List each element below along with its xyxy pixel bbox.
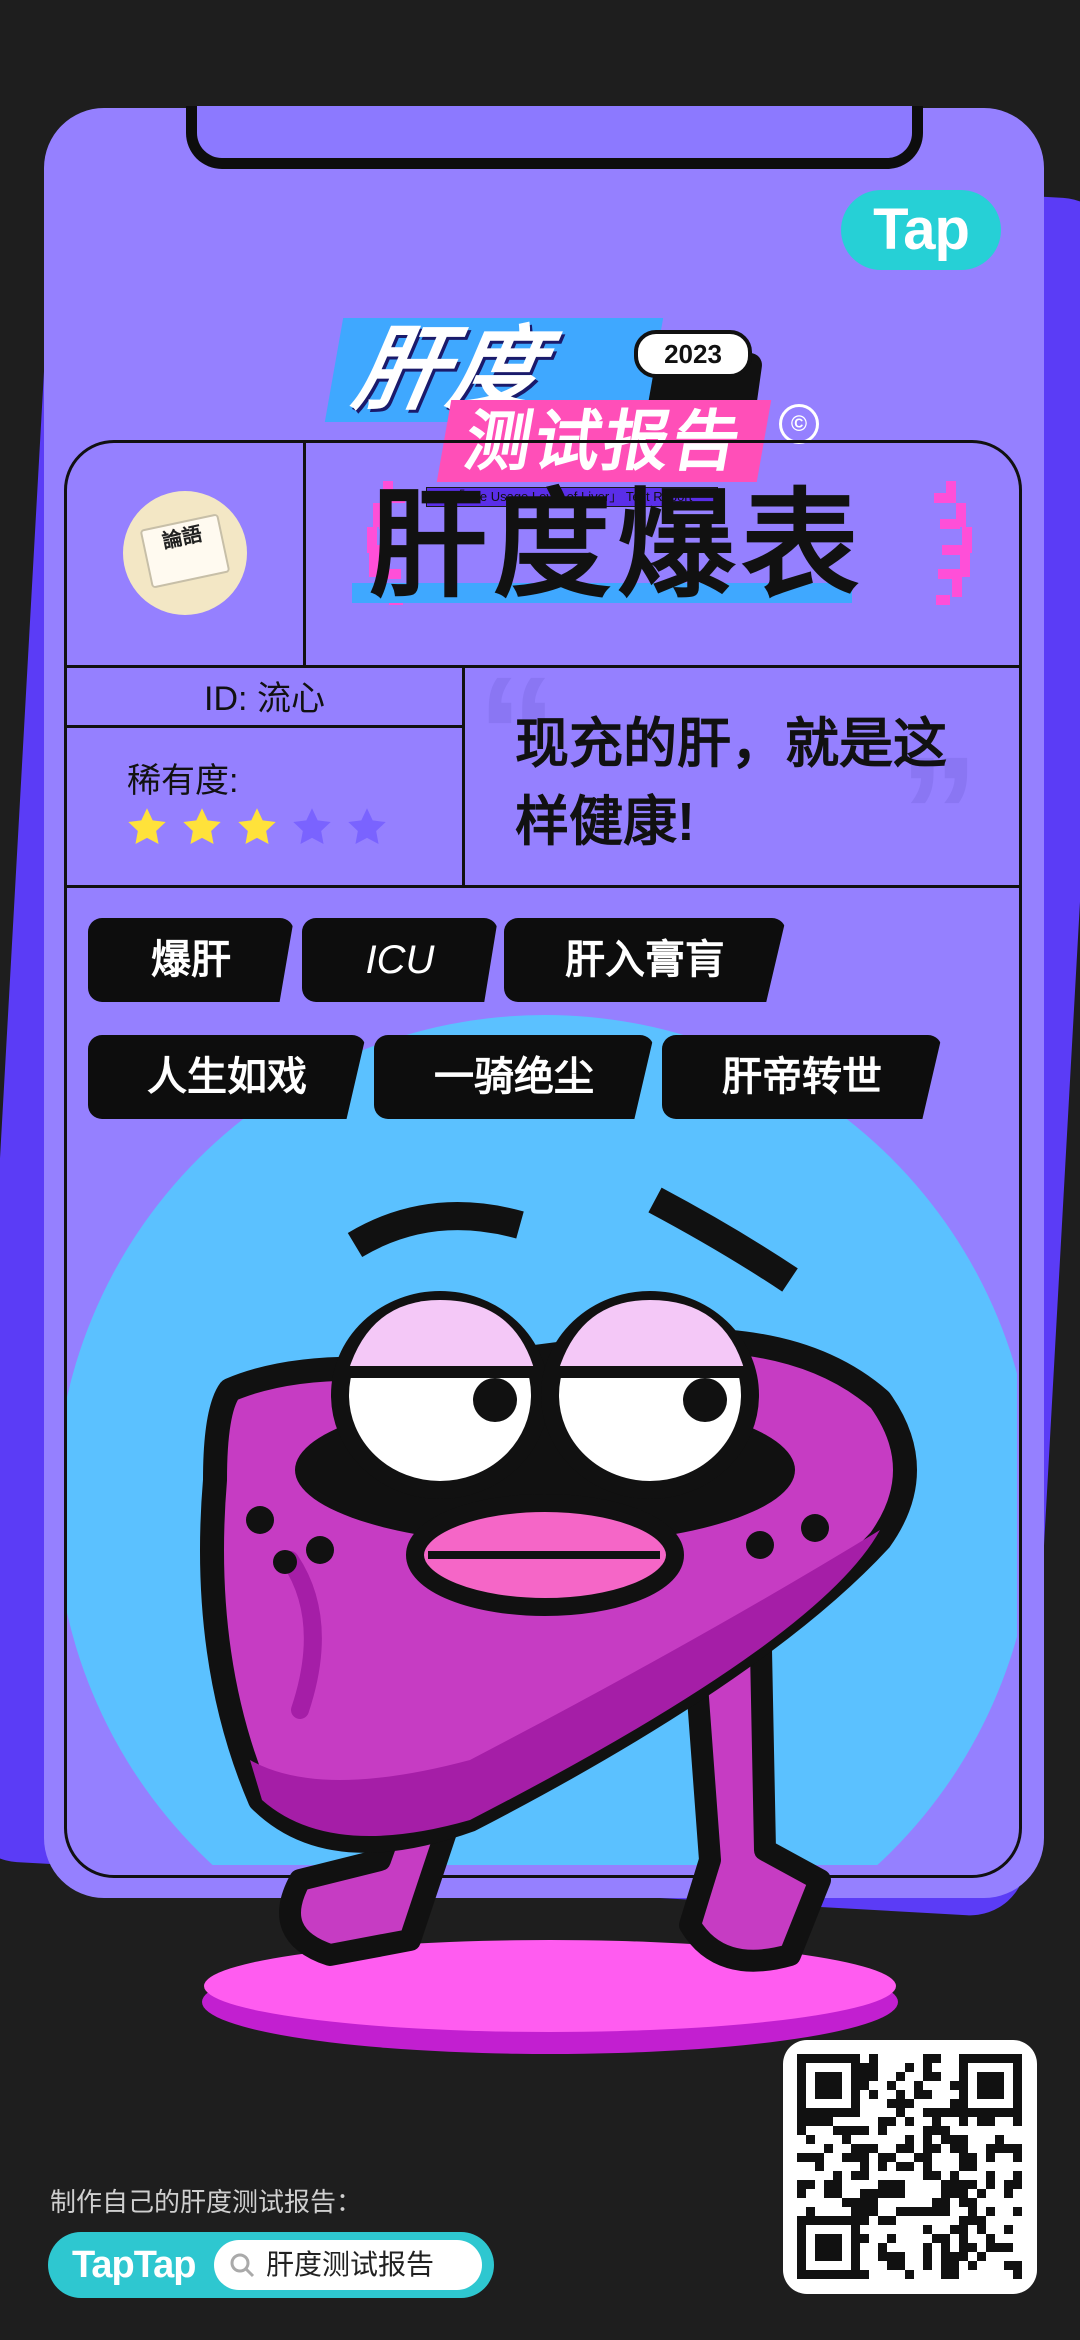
search-field[interactable]: 肝度测试报告 <box>214 2240 482 2290</box>
tag-chip[interactable]: 爆肝 <box>88 918 294 1002</box>
qr-code[interactable] <box>783 2040 1037 2294</box>
search-icon <box>230 2253 255 2278</box>
tag-chip[interactable]: 人生如戏 <box>88 1035 366 1119</box>
tag-chip[interactable]: 肝帝转世 <box>662 1035 942 1119</box>
tags-layer: 爆肝 ICU 肝入膏肓 人生如戏 一骑绝尘 肝帝转世 <box>0 0 1080 2340</box>
qr-code-icon <box>797 2054 1022 2279</box>
tag-chip[interactable]: 一骑绝尘 <box>374 1035 654 1119</box>
tag-chip[interactable]: ICU <box>302 918 498 1002</box>
footer-prompt: 制作自己的肝度测试报告： <box>50 2187 363 2217</box>
tag-chip[interactable]: 肝入膏肓 <box>504 918 786 1002</box>
taptap-logo: TapTap <box>72 2244 196 2286</box>
taptap-search-bar[interactable]: TapTap 肝度测试报告 <box>48 2232 494 2298</box>
search-query: 肝度测试报告 <box>266 2249 435 2280</box>
